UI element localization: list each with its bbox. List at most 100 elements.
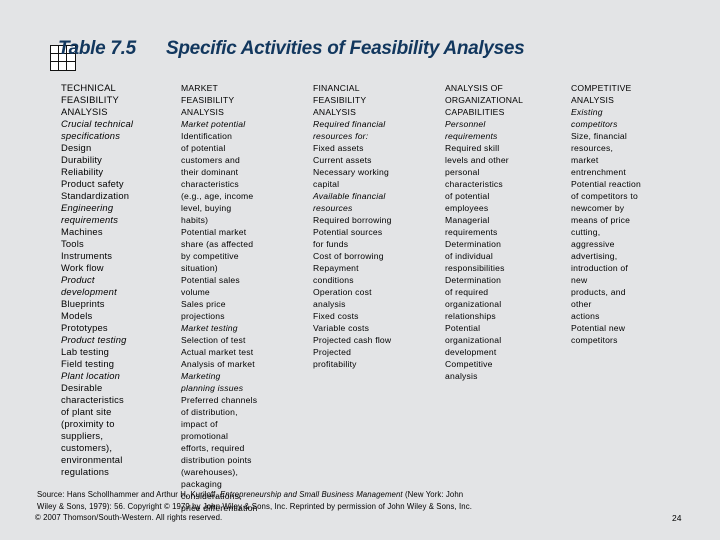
activity-item: efforts, required	[181, 443, 245, 453]
activity-item: Necessary working	[313, 167, 389, 177]
activity-item: competitors	[571, 335, 618, 345]
category-heading: specifications	[61, 130, 121, 141]
category-heading: requirements	[61, 214, 119, 225]
category-heading: resources for:	[313, 131, 369, 141]
activity-item: Potential market	[181, 227, 247, 237]
activity-item: Selection of test	[181, 335, 246, 345]
activity-item: Current assets	[313, 155, 372, 165]
activity-item: analysis	[445, 371, 478, 381]
activity-item: of potential	[181, 143, 226, 153]
activity-item: customers),	[61, 442, 113, 453]
activity-item: Required borrowing	[313, 215, 392, 225]
activity-item: profitability	[313, 359, 357, 369]
column-heading-line: MARKET	[181, 83, 219, 93]
activity-item: Product safety	[61, 178, 124, 189]
activity-item: Determination	[445, 239, 502, 249]
activity-item: level, buying	[181, 203, 232, 213]
activity-item: of competitors to	[571, 191, 638, 201]
activity-item: projections	[181, 311, 225, 321]
activity-item: aggressive	[571, 239, 615, 249]
activity-item: Potential new	[571, 323, 626, 333]
column-heading-line: ANALYSIS OF	[445, 83, 503, 93]
activity-item: actions	[571, 311, 600, 321]
activity-item: Prototypes	[61, 322, 108, 333]
column-heading-line: ANALYSIS	[181, 107, 224, 117]
activity-item: of potential	[445, 191, 490, 201]
activity-item: development	[445, 347, 497, 357]
column-heading-line: ANALYSIS	[61, 106, 108, 117]
activity-item: resources,	[571, 143, 614, 153]
activity-item: Sales price	[181, 299, 226, 309]
activity-item: suppliers,	[61, 430, 104, 441]
activity-item: Managerial	[445, 215, 490, 225]
activity-item: personal	[445, 167, 480, 177]
column-heading-line: FEASIBILITY	[313, 95, 367, 105]
activity-item: of plant site	[61, 406, 112, 417]
activity-item: Potential reaction	[571, 179, 642, 189]
activity-item: new	[571, 275, 588, 285]
activity-item: Potential sales	[181, 275, 240, 285]
activity-item: Reliability	[61, 166, 104, 177]
activity-item: other	[571, 299, 592, 309]
activity-item: Competitive	[445, 359, 493, 369]
activity-item: of distribution,	[181, 407, 238, 417]
activity-item: responsibilities	[445, 263, 505, 273]
activity-item: products, and	[571, 287, 626, 297]
category-heading: Plant location	[61, 370, 121, 381]
activity-item: Variable costs	[313, 323, 370, 333]
category-heading: Market testing	[181, 323, 238, 333]
activity-item: characteristics	[61, 394, 124, 405]
column-heading-line: FEASIBILITY	[181, 95, 235, 105]
column-heading-line: COMPETITIVE	[571, 83, 632, 93]
activity-item: promotional	[181, 431, 229, 441]
activity-item: of individual	[445, 251, 493, 261]
activity-item: Determination	[445, 275, 502, 285]
activity-item: characteristics	[181, 179, 239, 189]
column-technical: TECHNICAL FEASIBILITY ANALYSIS Crucial tech…	[61, 82, 133, 478]
activity-item: (proximity to	[61, 418, 115, 429]
page-number: 24	[672, 513, 682, 523]
column-heading-line: ANALYSIS	[313, 107, 356, 117]
column-heading-line: FINANCIAL	[313, 83, 360, 93]
activity-item: Blueprints	[61, 298, 105, 309]
activity-item: (e.g., age, income	[181, 191, 254, 201]
activity-item: cutting,	[571, 227, 601, 237]
category-heading: resources	[313, 203, 353, 213]
activity-item: organizational	[445, 335, 502, 345]
source-suffix: (New York: John	[402, 490, 464, 499]
activity-item: Durability	[61, 154, 103, 165]
activity-item: Size, financial	[571, 131, 628, 141]
source-prefix: Source: Hans Schollhammer and Arthur H. …	[37, 490, 220, 499]
activity-item: customers and	[181, 155, 240, 165]
activity-item: Lab testing	[61, 346, 110, 357]
activity-item: Work flow	[61, 262, 104, 273]
activity-item: habits)	[181, 215, 209, 225]
column-heading-line: ANALYSIS	[571, 95, 614, 105]
activity-item: Desirable	[61, 382, 103, 393]
activity-item: Tools	[61, 238, 84, 249]
activity-item: introduction of	[571, 263, 628, 273]
activity-item: requirements	[445, 227, 498, 237]
category-heading: Crucial technical	[61, 118, 134, 129]
category-heading: Personnel	[445, 119, 486, 129]
column-financial: FINANCIAL FEASIBILITY ANALYSIS Required fin…	[313, 82, 392, 370]
activity-item: Preferred channels	[181, 395, 258, 405]
category-heading: Available financial	[313, 191, 386, 201]
category-heading: Engineering	[61, 202, 114, 213]
table-title: Specific Activities of Feasibility Analy…	[166, 38, 525, 59]
activity-item: means of price	[571, 215, 631, 225]
category-heading: Product	[61, 274, 95, 285]
source-citation: Source: Hans Schollhammer and Arthur H. …	[37, 489, 472, 513]
activity-item: entrenchment	[571, 167, 626, 177]
category-heading: requirements	[445, 131, 498, 141]
category-heading: Marketing	[181, 371, 221, 381]
activity-item: relationships	[445, 311, 496, 321]
activity-item: Identification	[181, 131, 233, 141]
activity-item: Machines	[61, 226, 103, 237]
column-heading-line: FEASIBILITY	[61, 94, 119, 105]
activity-item: Field testing	[61, 358, 115, 369]
activity-item: Standardization	[61, 190, 130, 201]
source-book-title: Entrepreneurship and Small Business Mana…	[219, 490, 403, 499]
activity-item: employees	[445, 203, 489, 213]
column-heading-line: CAPABILITIES	[445, 107, 505, 117]
